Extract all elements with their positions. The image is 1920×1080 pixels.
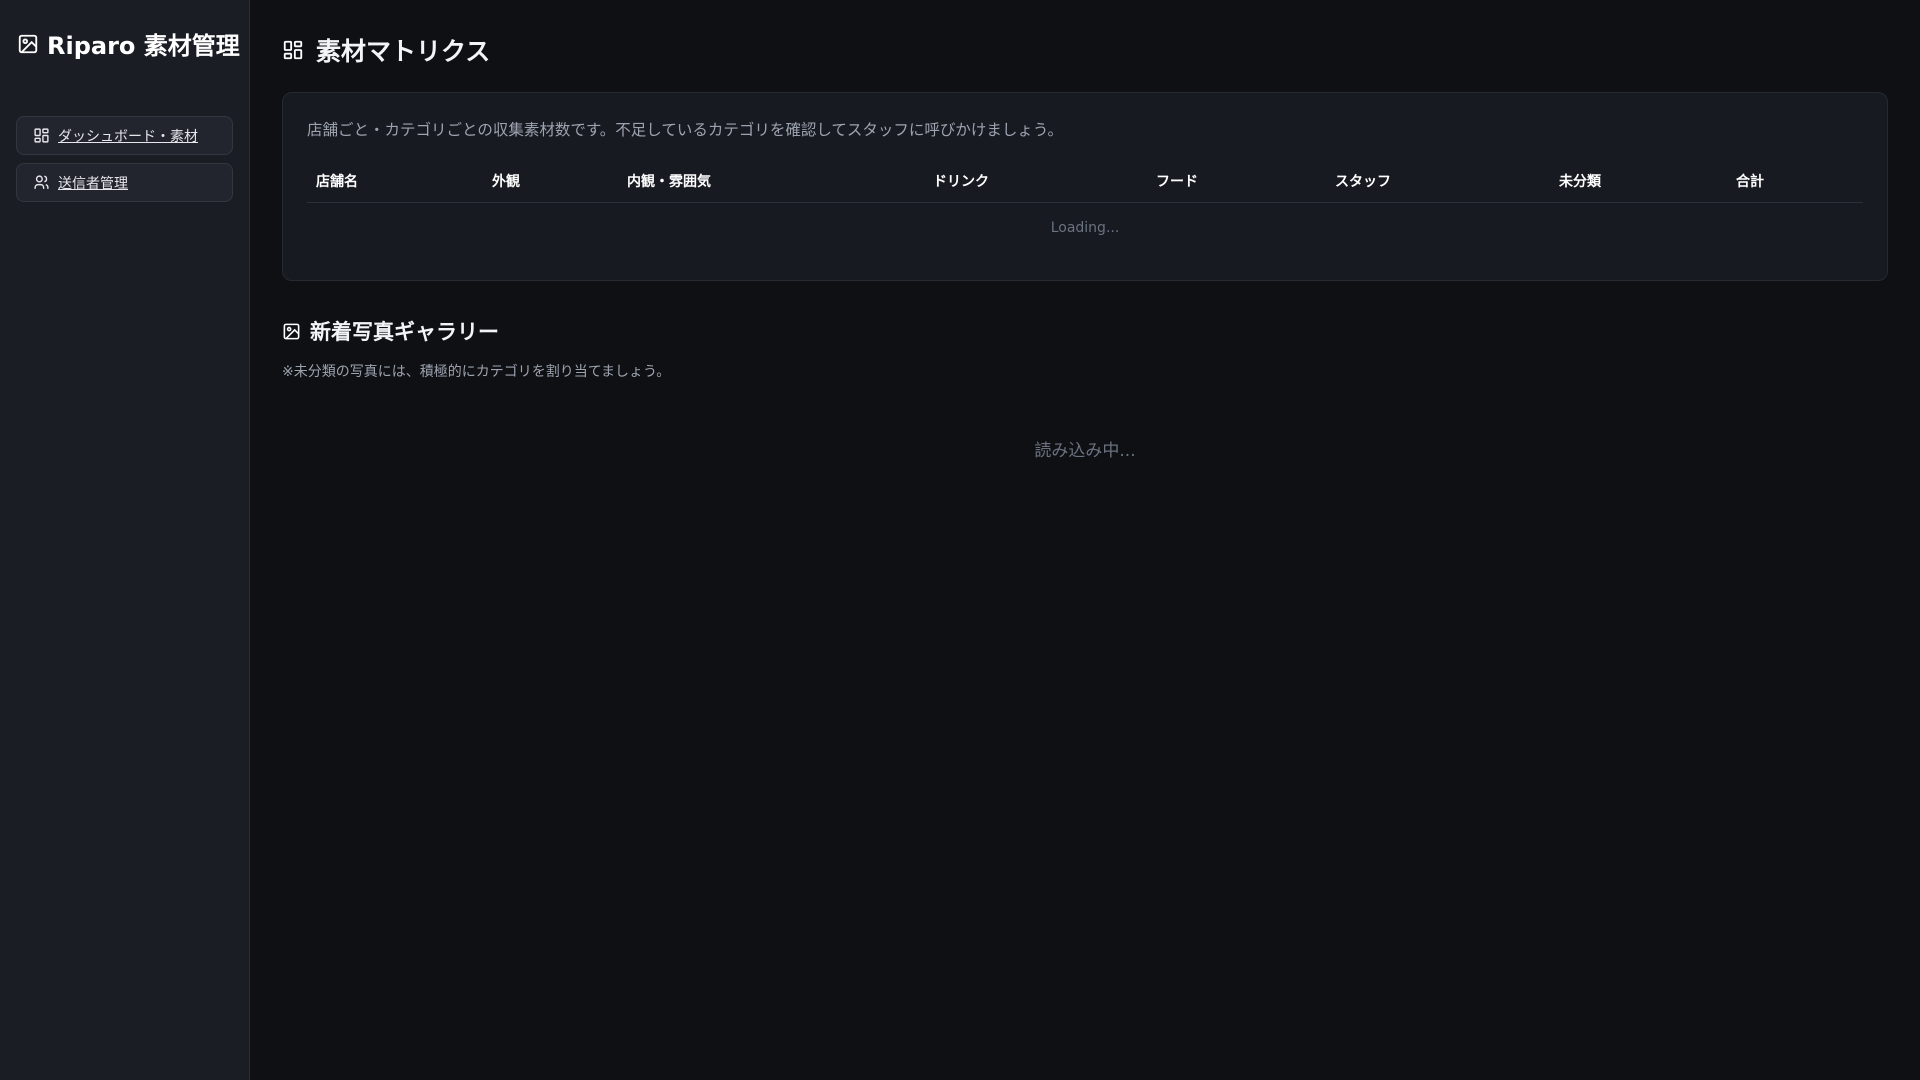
matrix-title: 素材マトリクス (316, 37, 491, 66)
page-title: 素材マトリクス (282, 32, 490, 68)
users-icon (33, 174, 50, 191)
column-header: 未分類 (1559, 174, 1601, 190)
matrix-table-header: 店舗名 外観 内観・雰囲気 ドリンク フード スタッフ 未分類 合計 (307, 166, 1863, 203)
sidebar-item-senders[interactable]: 送信者管理 (16, 163, 233, 202)
column-header: 合計 (1736, 174, 1764, 190)
gallery-loading: 読み込み中... (1034, 441, 1136, 461)
column-header: 外観 (492, 174, 520, 190)
column-header: ドリンク (933, 174, 989, 190)
column-header: 内観・雰囲気 (627, 174, 711, 190)
gallery-title: 新着写真ギャラリー (282, 316, 499, 346)
image-icon (17, 33, 39, 55)
column-header: スタッフ (1335, 174, 1391, 190)
column-header: 店舗名 (316, 174, 358, 190)
sidebar-item-label: ダッシュボード・素材 (58, 128, 198, 145)
gallery-title-text: 新着写真ギャラリー (310, 320, 499, 344)
brand-title: Riparo 素材管理 (47, 32, 240, 60)
image-icon (282, 322, 301, 341)
column-header: フード (1156, 174, 1198, 190)
sidebar-item-dashboard[interactable]: ダッシュボード・素材 (16, 116, 233, 155)
brand: Riparo 素材管理 (17, 26, 240, 61)
dashboard-icon (33, 127, 50, 144)
matrix-loading: Loading... (1050, 220, 1120, 236)
sidebar-item-label: 送信者管理 (58, 175, 128, 192)
matrix-description: 店舗ごと・カテゴリごとの収集素材数です。不足しているカテゴリを確認してスタッフに… (307, 121, 1063, 139)
dashboard-icon (282, 39, 304, 61)
gallery-note: ※未分類の写真には、積極的にカテゴリを割り当てましょう。 (282, 364, 671, 380)
sidebar: Riparo 素材管理 ダッシュボード・素材 送信者管理 (0, 0, 250, 1080)
